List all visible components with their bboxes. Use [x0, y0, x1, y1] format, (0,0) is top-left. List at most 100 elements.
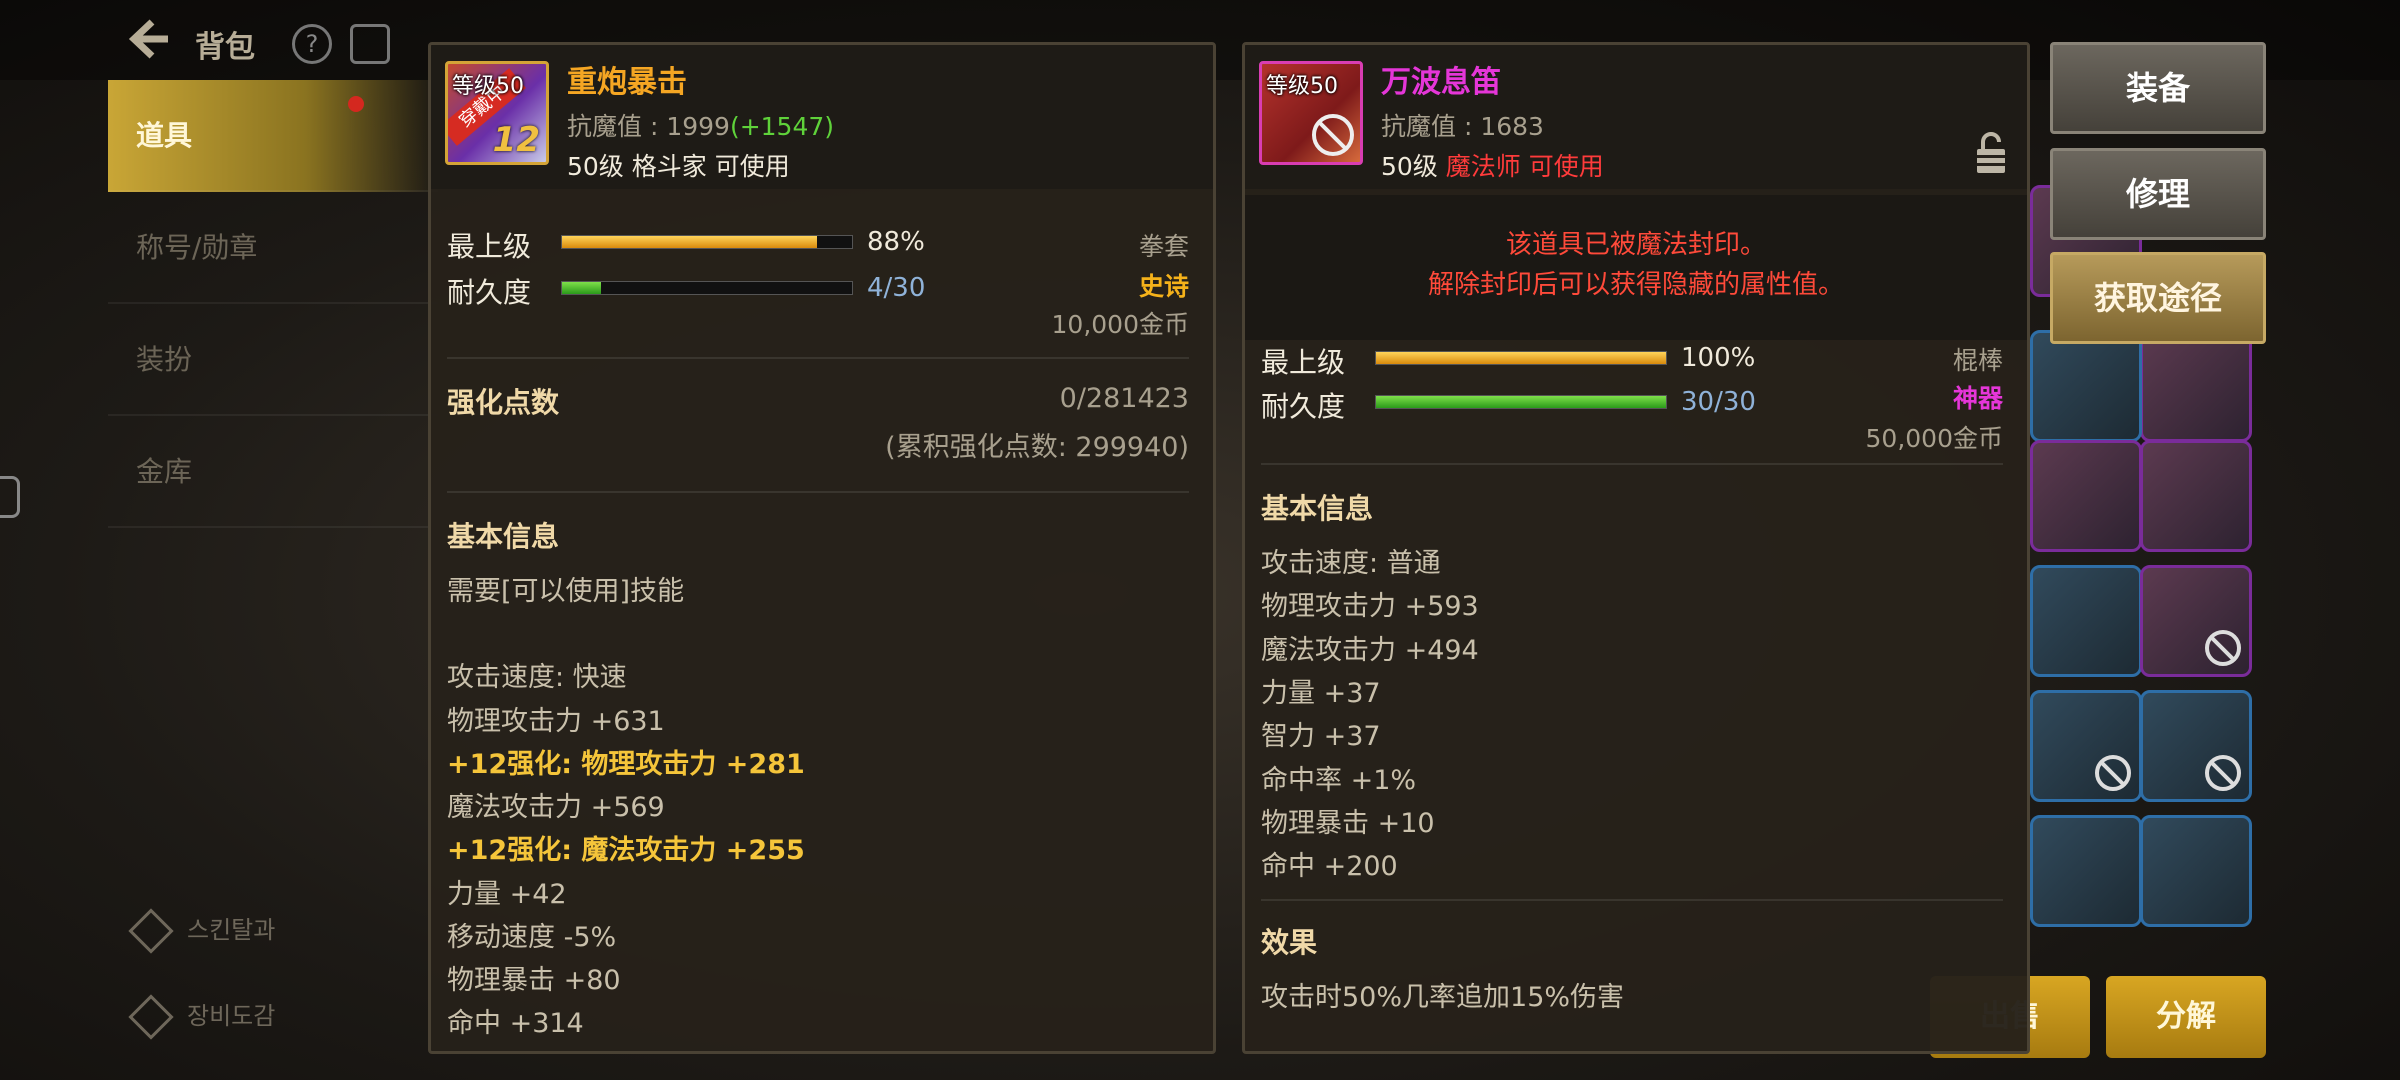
basic-info-title: 基本信息 [447, 520, 560, 553]
max-level-fill [1376, 352, 1666, 364]
seal-line-1: 该道具已被魔法封印。 [1505, 230, 1766, 260]
anti-magic-text: 抗魔值 : 1999 [567, 112, 730, 141]
sidebar-item-items[interactable]: 道具 [108, 80, 438, 192]
divider [1261, 463, 2003, 465]
max-level-bar [1375, 351, 1667, 365]
stat-line: 魔法攻击力 +494 [1261, 635, 1479, 666]
sealed-icon [2205, 630, 2241, 666]
max-level-value: 88% [867, 227, 925, 257]
accumulated-reinforce: (累积强化点数: 299940) [885, 432, 1189, 463]
stat-line: 物理攻击力 +631 [447, 706, 665, 737]
stat-line: 命中 +314 [447, 1008, 584, 1039]
basic-info-title: 基本信息 [1261, 492, 1374, 525]
help-icon[interactable]: ? [292, 24, 332, 64]
sealed-icon [2095, 755, 2131, 791]
filter-icon[interactable] [350, 24, 390, 64]
max-level-fill [562, 236, 818, 248]
edge-handle[interactable] [0, 476, 20, 518]
tooltip-header: 穿戴中 等级50 12 重炮暴击 抗魔值 : 1999(+1547) 50级 格… [431, 45, 1213, 189]
max-level-label: 最上级 [1261, 346, 1346, 379]
inventory-slot[interactable] [2140, 330, 2252, 442]
stat-line: 命中 +200 [1261, 851, 1398, 882]
max-level-value: 100% [1681, 343, 1756, 373]
item-icon: 穿戴中 等级50 12 [445, 61, 549, 165]
reinforce-stat-line: +12强化: 物理攻击力 +281 [447, 749, 805, 780]
stat-line: 移动速度 -5% [447, 922, 617, 953]
item-type: 棍棒 [1952, 346, 2003, 375]
item-name: 重炮暴击 [567, 65, 687, 100]
stat-line: 物理暴击 +80 [447, 965, 621, 996]
sidebar-footer-codex[interactable]: 장비도감 [128, 994, 275, 1040]
item-name: 万波息笛 [1381, 65, 1501, 100]
sidebar-item-avatar[interactable]: 装扮 [108, 304, 438, 416]
bag-title: 背包 [195, 30, 255, 65]
req-class: 魔法师 可使用 [1445, 152, 1604, 181]
inventory-slot[interactable] [2030, 690, 2142, 802]
item-icon: 等级50 [1259, 61, 1363, 165]
max-level-label: 最上级 [447, 230, 532, 263]
inventory-slot[interactable] [2140, 815, 2252, 927]
divider [447, 491, 1189, 493]
notification-dot [348, 96, 364, 112]
compare-item-tooltip: 等级50 万波息笛 抗魔值 : 1683 50级 魔法师 可使用 该道具已被魔法… [1242, 42, 2030, 1054]
req-level: 50级 [1381, 152, 1438, 181]
stat-line: 智力 +37 [1261, 721, 1381, 752]
acquire-route-button[interactable]: 获取途径 [2050, 252, 2266, 344]
durability-label: 耐久度 [1261, 390, 1346, 423]
skill-requirement: 需要[可以使用]技能 [447, 576, 685, 607]
inventory-slot[interactable] [2030, 815, 2142, 927]
stat-line: 物理攻击力 +593 [1261, 591, 1479, 622]
lock-icon[interactable] [1975, 131, 2007, 175]
back-arrow-icon[interactable] [122, 14, 172, 64]
sidebar-item-vault[interactable]: 金库 [108, 416, 438, 528]
stat-line: 魔法攻击力 +569 [447, 792, 665, 823]
equipped-item-tooltip: 穿戴中 等级50 12 重炮暴击 抗魔值 : 1999(+1547) 50级 格… [428, 42, 1216, 1054]
inventory-slot[interactable] [2140, 440, 2252, 552]
durability-value: 30/30 [1681, 387, 1756, 417]
inventory-slot[interactable] [2030, 330, 2142, 442]
anti-magic-gain: (+1547) [729, 112, 835, 141]
diamond-icon [128, 994, 174, 1040]
divider [447, 357, 1189, 359]
tooltip-header: 等级50 万波息笛 抗魔值 : 1683 50级 魔法师 可使用 [1245, 45, 2027, 189]
durability-label: 耐久度 [447, 276, 532, 309]
anti-magic-value: 抗魔值 : 1999(+1547) [567, 107, 834, 143]
item-requirement: 50级 魔法师 可使用 [1381, 147, 1604, 183]
inventory-slot[interactable] [2140, 690, 2252, 802]
sidebar-footer-skin[interactable]: 스킨탈과 [128, 908, 276, 954]
equip-button[interactable]: 装备 [2050, 42, 2266, 134]
item-rarity: 史诗 [1138, 272, 1189, 301]
sealed-icon [1312, 114, 1354, 156]
stat-line: 攻击速度: 普通 [1261, 548, 1441, 579]
stat-line: 力量 +37 [1261, 678, 1381, 709]
reinforce-stat-line: +12强化: 魔法攻击力 +255 [447, 835, 805, 866]
item-price: 10,000金币 [1051, 310, 1189, 339]
effect-title: 效果 [1261, 926, 1318, 959]
reinforce-points-label: 强化点数 [447, 386, 560, 419]
seal-line-2: 解除封印后可以获得隐藏的属性值。 [1427, 270, 1844, 300]
stat-line: 命中率 +1% [1261, 765, 1417, 796]
item-type: 拳套 [1138, 232, 1189, 261]
durability-bar [1375, 395, 1667, 409]
item-level-tag: 等级50 [452, 74, 524, 99]
inventory-slot[interactable] [2030, 440, 2142, 552]
stat-line: 力量 +42 [447, 879, 567, 910]
reinforce-badge: 12 [492, 120, 540, 160]
inventory-slot[interactable] [2140, 565, 2252, 677]
seal-notice: 该道具已被魔法封印。 解除封印后可以获得隐藏的属性值。 [1245, 195, 2027, 340]
sidebar-item-titles[interactable]: 称号/勋章 [108, 192, 438, 304]
sealed-icon [2205, 755, 2241, 791]
reinforce-points-value: 0/281423 [1059, 383, 1189, 414]
item-price: 50,000金币 [1865, 424, 2003, 453]
durability-fill [562, 282, 601, 294]
diamond-icon [128, 908, 174, 954]
footer-label: 스킨탈과 [187, 916, 276, 944]
repair-button[interactable]: 修理 [2050, 148, 2266, 240]
max-level-bar [561, 235, 853, 249]
durability-bar [561, 281, 853, 295]
stat-line: 攻击速度: 快速 [447, 662, 627, 693]
inventory-slot[interactable] [2030, 565, 2142, 677]
item-level-tag: 等级50 [1266, 74, 1338, 99]
disassemble-button[interactable]: 分解 [2106, 976, 2266, 1058]
item-rarity: 神器 [1952, 384, 2003, 413]
